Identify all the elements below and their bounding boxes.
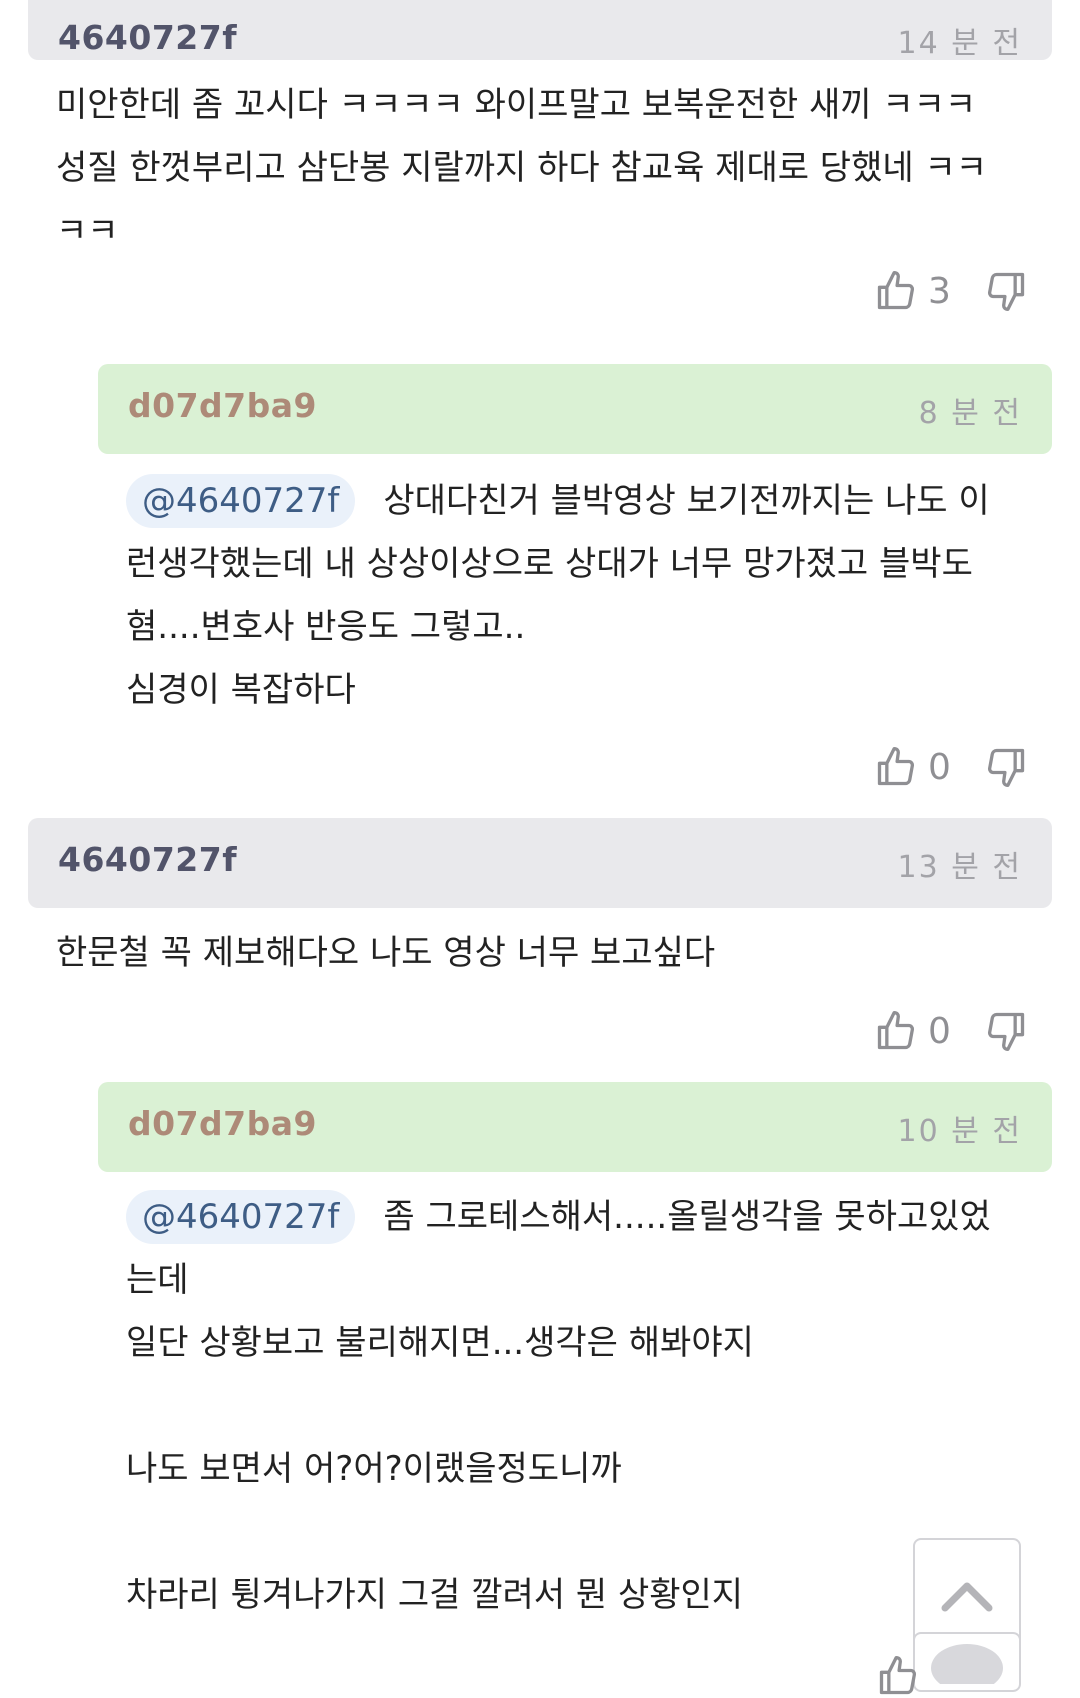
thumbs-up-icon[interactable]: [874, 745, 918, 789]
comment-time: 10 분 전: [897, 1114, 1022, 1149]
comment-text-body: 좀 그로테스해서.....올릴생각을 못하고있었 는데 일단 상황보고 불리해지…: [126, 1197, 991, 1615]
thumbs-up-icon[interactable]: [876, 1654, 920, 1698]
vote-bar: 0: [874, 1006, 1028, 1056]
comment-header: 4640727f 13 분 전: [28, 818, 1052, 908]
comment-text: @4640727f 좀 그로테스해서.....올릴생각을 못하고있었 는데 일단 …: [126, 1186, 1046, 1627]
thumbs-down-icon[interactable]: [984, 1009, 1028, 1053]
comment-author[interactable]: 4640727f: [58, 18, 237, 57]
comment-time: 13 분 전: [897, 850, 1022, 885]
comment-time: 8 분 전: [918, 396, 1022, 431]
thumbs-down-icon[interactable]: [984, 269, 1028, 313]
comment-author[interactable]: 4640727f: [58, 840, 237, 879]
comment-header: d07d7ba9 8 분 전: [98, 364, 1052, 454]
chevron-up-icon: [941, 1582, 993, 1612]
comment-header: d07d7ba9 10 분 전: [98, 1082, 1052, 1172]
comment-text: 미안한데 좀 꼬시다 ㅋㅋㅋㅋ 와이프말고 보복운전한 새끼 ㅋㅋㅋ 성질 한껏…: [56, 85, 988, 251]
vote-bar: 0: [874, 742, 1028, 792]
comment-time: 14 분 전: [897, 26, 1022, 61]
thumbs-down-icon[interactable]: [984, 745, 1028, 789]
like-count: 0: [928, 1010, 951, 1052]
like-count: 3: [928, 270, 951, 312]
thumbs-up-icon[interactable]: [874, 1009, 918, 1053]
mention-tag[interactable]: @4640727f: [126, 1190, 356, 1244]
mention-tag[interactable]: @4640727f: [126, 474, 356, 528]
comment-author[interactable]: d07d7ba9: [128, 386, 317, 425]
scroll-secondary-button[interactable]: [913, 1632, 1021, 1692]
comment-text: @4640727f 상대다친거 블박영상 보기전까지는 나도 이 런생각했는데 내…: [126, 470, 1046, 722]
thumbs-up-icon[interactable]: [874, 269, 918, 313]
like-count: 0: [928, 746, 951, 788]
comment-bubble-icon: [931, 1644, 1003, 1684]
comment-author[interactable]: d07d7ba9: [128, 1104, 317, 1143]
comment-header: 4640727f 14 분 전: [28, 0, 1052, 61]
comment-text: 한문철 꼭 제보해다오 나도 영상 너무 보고싶다: [56, 933, 716, 973]
vote-bar: 3: [874, 266, 1028, 316]
